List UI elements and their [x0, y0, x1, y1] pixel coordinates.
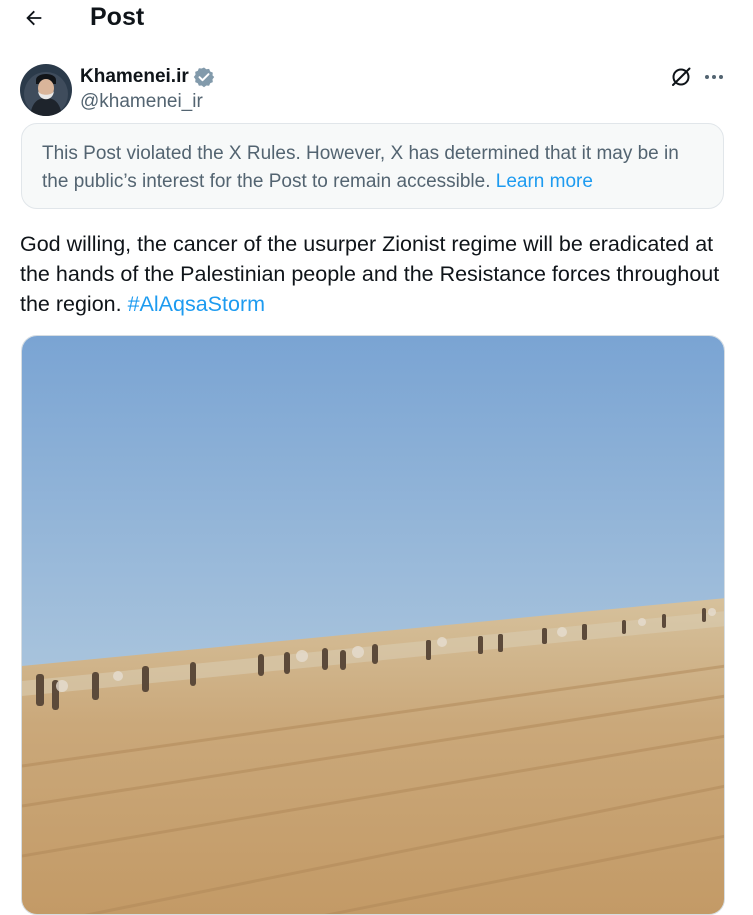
post-media-video[interactable]: [21, 335, 725, 915]
back-button[interactable]: [20, 4, 48, 32]
arrow-left-icon: [26, 10, 42, 26]
more-options-button[interactable]: [702, 64, 726, 90]
hashtag-link[interactable]: #AlAqsaStorm: [128, 292, 265, 316]
author-handle[interactable]: @khamenei_ir: [80, 90, 203, 114]
rules-violation-notice: This Post violated the X Rules. However,…: [21, 123, 724, 209]
learn-more-link[interactable]: Learn more: [496, 171, 593, 192]
post-text: God willing, the cancer of the usurper Z…: [20, 229, 735, 319]
grok-button[interactable]: [668, 64, 694, 90]
grok-icon: [672, 67, 691, 86]
post-body: God willing, the cancer of the usurper Z…: [20, 232, 720, 316]
verified-badge-icon: [193, 66, 215, 88]
page-title: Post: [90, 3, 145, 31]
avatar[interactable]: [20, 64, 72, 116]
author-name-text: Khamenei.ir: [80, 66, 189, 87]
more-horizontal-icon: [705, 75, 723, 79]
author-name[interactable]: Khamenei.ir: [80, 64, 215, 90]
top-bar: Post: [0, 0, 753, 40]
